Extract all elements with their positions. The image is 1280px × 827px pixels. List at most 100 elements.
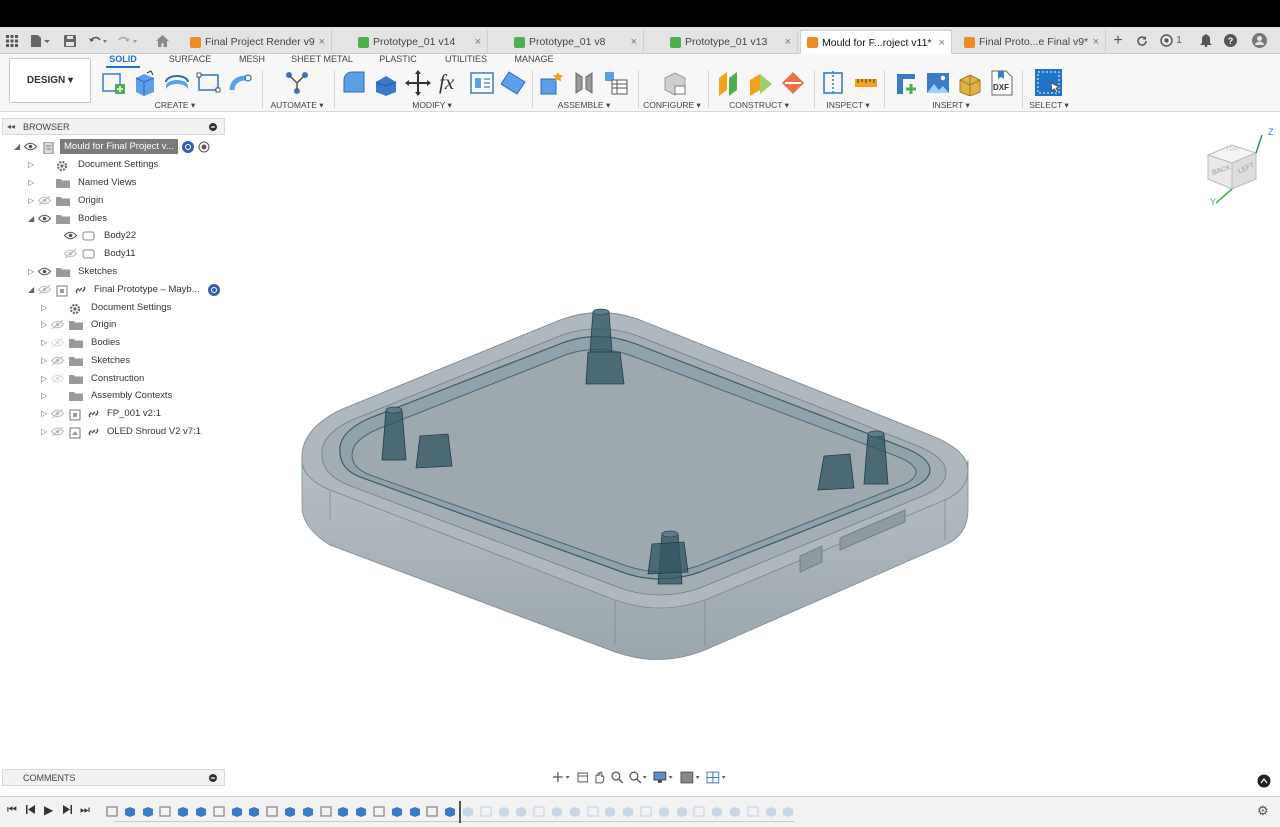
timeline-feature-icon[interactable]	[409, 806, 421, 817]
close-icon[interactable]: ×	[939, 37, 945, 49]
tab-sheet-metal[interactable]: SHEET METAL	[288, 54, 356, 68]
browser-node[interactable]: ▷ Sketches	[28, 263, 121, 280]
browser-node[interactable]: Body22	[54, 227, 140, 244]
browser-node[interactable]: ▷ Document Settings	[41, 299, 175, 316]
collapse-browser-icon[interactable]: ◂◂	[7, 122, 15, 131]
create-menu[interactable]: CREATE ▾	[150, 100, 200, 111]
refresh-icon[interactable]	[1134, 31, 1150, 50]
orbit-icon[interactable]	[552, 771, 572, 783]
browser-node[interactable]: ◢ Final Prototype – Mayb...	[28, 281, 220, 298]
joint-icon[interactable]	[571, 70, 597, 96]
timeline-feature-icon[interactable]	[533, 806, 545, 817]
timeline-feature-icon[interactable]	[676, 806, 688, 817]
browser-node[interactable]: ◢ Bodies	[28, 210, 111, 227]
fillet-icon[interactable]	[373, 70, 399, 96]
insert-mcmaster-icon[interactable]	[957, 70, 983, 96]
grid-snaps-icon[interactable]	[680, 771, 702, 784]
browser-node[interactable]: ▷ Origin	[41, 316, 120, 333]
visibility-eye-icon[interactable]	[38, 267, 51, 276]
expand-toggle-icon[interactable]: ▷	[28, 267, 38, 276]
insert-derive-icon[interactable]	[893, 70, 919, 96]
timeline-feature-icon[interactable]	[355, 806, 367, 817]
timeline-feature-icon[interactable]	[319, 806, 332, 817]
timeline-feature-icon[interactable]	[569, 806, 581, 817]
view-cube[interactable]: BACK LEFT TOP Z Y	[1202, 127, 1278, 207]
browser-node[interactable]: ▷ Document Settings	[28, 156, 162, 173]
new-tab-button[interactable]: +	[1110, 31, 1126, 50]
visibility-eye-icon[interactable]	[51, 320, 64, 329]
extrude-icon[interactable]	[132, 70, 158, 96]
doc-tab-4[interactable]: Mould for F...roject v11* ×	[800, 30, 952, 54]
doc-tab-2[interactable]: Prototype_01 v8 ×	[508, 30, 644, 54]
notifications-bell-icon[interactable]	[1198, 31, 1214, 50]
bill-of-materials-icon[interactable]	[603, 70, 629, 96]
user-avatar[interactable]	[1250, 31, 1268, 50]
timeline-feature-icon[interactable]	[337, 806, 349, 817]
expand-toggle-icon[interactable]: ◢	[28, 285, 38, 294]
close-icon[interactable]: ×	[1093, 36, 1099, 48]
construct-menu[interactable]: CONSTRUCT ▾	[728, 100, 790, 111]
doc-tab-5[interactable]: Final Proto...e Final v9* ×	[958, 30, 1106, 54]
close-icon[interactable]: ×	[475, 36, 481, 48]
timeline-next-button[interactable]	[62, 804, 73, 818]
expand-toggle-icon[interactable]: ▷	[41, 303, 51, 312]
browser-node[interactable]: ◢ Mould for Final Project v...	[14, 138, 210, 155]
visibility-eye-icon[interactable]	[64, 231, 77, 240]
assemble-menu[interactable]: ASSEMBLE ▾	[556, 100, 612, 111]
browser-node[interactable]: ▷ Named Views	[28, 174, 140, 191]
timeline-feature-icon[interactable]	[159, 806, 172, 817]
timeline-feature-icon[interactable]	[266, 806, 278, 817]
timeline-feature-icon[interactable]	[551, 806, 563, 817]
visibility-eye-icon[interactable]	[24, 142, 37, 151]
rectangle-sketch-icon[interactable]	[196, 70, 222, 96]
configure-menu[interactable]: CONFIGURE ▾	[642, 100, 702, 111]
tab-solid[interactable]: SOLID	[106, 54, 140, 68]
browser-node[interactable]: ▷ Assembly Contexts	[41, 387, 176, 404]
expand-toggle-icon[interactable]: ▷	[28, 196, 38, 205]
add-comment-icon[interactable]	[209, 774, 217, 782]
midplane-icon[interactable]	[780, 70, 806, 96]
timeline-feature-icon[interactable]	[658, 806, 670, 817]
press-pull-icon[interactable]	[341, 70, 367, 96]
timeline-feature-icon[interactable]	[711, 806, 723, 817]
canvas-viewport[interactable]: BACK LEFT TOP Z Y	[228, 113, 1280, 796]
timeline-feature-icon[interactable]	[622, 806, 634, 817]
workspace-switcher[interactable]: DESIGN ▾	[9, 58, 91, 103]
physical-material-icon[interactable]	[501, 70, 527, 96]
timeline-feature-icon[interactable]	[480, 806, 492, 817]
timeline-feature-icon[interactable]	[782, 806, 794, 817]
job-status[interactable]: 1	[1158, 31, 1184, 50]
timeline-last-button[interactable]: ⏭	[80, 804, 90, 817]
viewcube-top-face[interactable]: TOP	[1226, 147, 1238, 153]
timeline-feature-icon[interactable]	[142, 806, 154, 817]
pan-hand-icon[interactable]	[593, 771, 606, 784]
timeline-feature-icon[interactable]	[604, 806, 616, 817]
modify-menu[interactable]: MODIFY ▾	[404, 100, 460, 111]
move-copy-icon[interactable]	[405, 70, 431, 96]
timeline-settings-icon[interactable]: ⚙	[1257, 803, 1269, 819]
expand-toggle-icon[interactable]: ▷	[41, 356, 51, 365]
timeline-feature-icon[interactable]	[640, 806, 652, 817]
timeline-first-button[interactable]: ⏮	[7, 804, 17, 817]
timeline-feature-icon[interactable]	[106, 806, 118, 817]
configure-icon[interactable]	[661, 70, 687, 96]
visibility-eye-icon[interactable]	[38, 214, 51, 223]
timeline-marker[interactable]	[459, 801, 461, 823]
undo-icon[interactable]	[86, 31, 110, 50]
tab-surface[interactable]: SURFACE	[166, 54, 214, 68]
expand-toggle-icon[interactable]: ▷	[28, 178, 38, 187]
automate-icon[interactable]	[284, 70, 310, 96]
comments-panel-header[interactable]: COMMENTS	[2, 769, 225, 786]
visibility-eye-icon[interactable]	[51, 427, 64, 436]
expand-toggle-icon[interactable]: ▷	[41, 409, 51, 418]
redo-icon[interactable]	[114, 31, 140, 50]
fit-zoom-icon[interactable]	[629, 770, 649, 784]
timeline-feature-icon[interactable]	[284, 806, 296, 817]
insert-menu[interactable]: INSERT ▾	[928, 100, 974, 111]
tab-manage[interactable]: MANAGE	[510, 54, 558, 68]
select-menu[interactable]: SELECT ▾	[1026, 100, 1072, 111]
expand-toggle-icon[interactable]: ◢	[28, 214, 38, 223]
timeline-feature-icon[interactable]	[693, 806, 706, 817]
version-badge-icon[interactable]	[207, 283, 220, 296]
feedback-bubble-icon[interactable]	[1257, 774, 1271, 788]
